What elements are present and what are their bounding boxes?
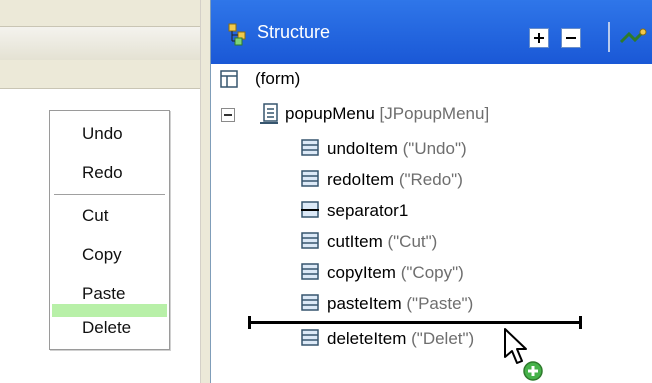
menu-item-icon bbox=[301, 170, 319, 187]
node-name: pasteItem bbox=[327, 294, 402, 313]
separator-icon bbox=[301, 201, 319, 218]
tree-node-pasteitem[interactable]: pasteItem ("Paste") bbox=[327, 290, 473, 318]
drag-cursor-icon bbox=[504, 328, 543, 381]
tree-node-separator1[interactable]: separator1 bbox=[327, 197, 408, 225]
node-name: (form) bbox=[255, 69, 301, 88]
drop-insertion-line bbox=[248, 316, 582, 329]
tree-node-undoitem[interactable]: undoItem ("Undo") bbox=[327, 135, 467, 163]
tree-node-deleteitem[interactable]: deleteItem ("Delet") bbox=[327, 325, 474, 353]
menu-item-icon bbox=[301, 263, 319, 280]
editor-subheader bbox=[0, 60, 200, 89]
editor-header bbox=[0, 26, 200, 62]
popup-item-delete[interactable]: Delete bbox=[50, 311, 169, 345]
menu-item-icon bbox=[301, 294, 319, 311]
expand-all-icon bbox=[534, 33, 544, 43]
node-name: popupMenu bbox=[285, 104, 375, 123]
menu-item-icon bbox=[301, 232, 319, 249]
node-name: redoItem bbox=[327, 170, 395, 189]
node-name: cutItem bbox=[327, 232, 383, 251]
connection-tool-icon[interactable] bbox=[619, 26, 647, 50]
node-text: ("Copy") bbox=[400, 263, 464, 282]
menu-item-icon bbox=[301, 139, 319, 156]
collapse-all-icon bbox=[566, 37, 576, 39]
node-text: ("Cut") bbox=[387, 232, 438, 251]
node-name: undoItem bbox=[327, 139, 398, 158]
structure-title-bar: Structure bbox=[211, 0, 652, 64]
popup-item-undo[interactable]: Undo bbox=[50, 117, 169, 151]
tree-node-redoitem[interactable]: redoItem ("Redo") bbox=[327, 166, 463, 194]
menu-item-icon bbox=[301, 329, 319, 346]
node-text: ("Redo") bbox=[398, 170, 463, 189]
popup-menu-icon bbox=[260, 103, 278, 124]
node-name: deleteItem bbox=[327, 329, 407, 348]
structure-icon bbox=[228, 23, 246, 46]
expand-all-button[interactable] bbox=[529, 28, 549, 48]
tree-node-popupmenu[interactable]: popupMenu [JPopupMenu] bbox=[285, 100, 489, 128]
structure-title: Structure bbox=[257, 22, 331, 42]
structure-panel: Structure (form) popupMenu [JPopupMenu] … bbox=[210, 0, 652, 383]
collapse-all-button[interactable] bbox=[561, 28, 581, 48]
node-text: ("Paste") bbox=[406, 294, 474, 313]
node-text: ("Undo") bbox=[402, 139, 467, 158]
node-name: copyItem bbox=[327, 263, 396, 282]
tree-node-cutitem[interactable]: cutItem ("Cut") bbox=[327, 228, 437, 256]
popup-item-cut[interactable]: Cut bbox=[50, 199, 169, 233]
toolbar-separator bbox=[608, 22, 610, 52]
collapse-toggle[interactable] bbox=[221, 108, 235, 122]
popup-menu-preview[interactable]: Undo Redo Cut Copy Paste Delete bbox=[49, 110, 170, 350]
node-text: ("Delet bbox=[411, 329, 463, 348]
structure-tree: (form) popupMenu [JPopupMenu] undoItem (… bbox=[211, 64, 652, 383]
popup-item-redo[interactable]: Redo bbox=[50, 156, 169, 190]
node-name: separator1 bbox=[327, 201, 409, 220]
tree-node-form[interactable]: (form) bbox=[255, 65, 300, 93]
popup-item-copy[interactable]: Copy bbox=[50, 238, 169, 272]
form-icon bbox=[220, 70, 238, 88]
node-text-trail: ") bbox=[462, 329, 475, 348]
tree-node-copyitem[interactable]: copyItem ("Copy") bbox=[327, 259, 464, 287]
node-type: [JPopupMenu] bbox=[379, 104, 490, 123]
popup-separator bbox=[54, 194, 165, 195]
